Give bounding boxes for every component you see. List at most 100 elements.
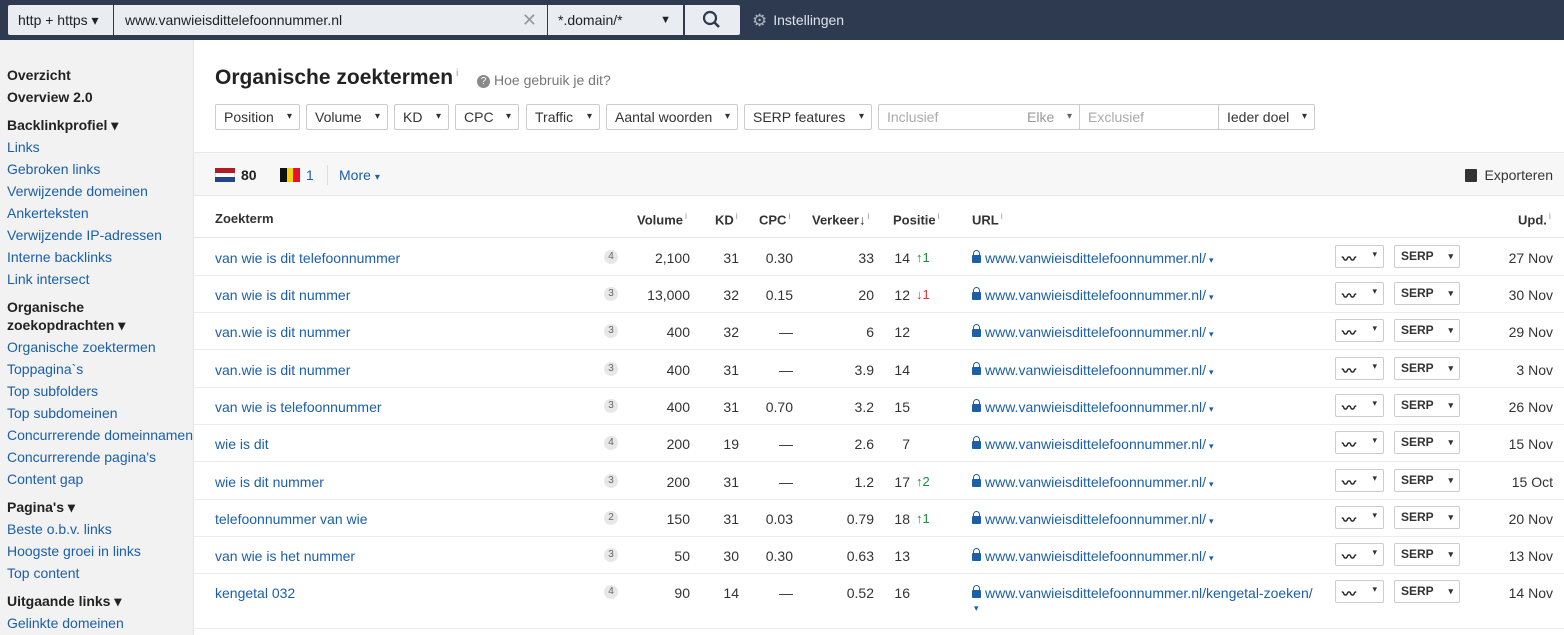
chevron-down-icon[interactable]: ▾ <box>1209 255 1214 265</box>
info-icon[interactable]: i <box>456 68 458 79</box>
col-volume[interactable]: Volume i <box>637 211 687 227</box>
url-link[interactable]: www.vanwieisdittelefoonnummer.nl/▾ <box>972 287 1214 303</box>
trend-button[interactable]: 〰 ▾ <box>1335 506 1384 529</box>
sidebar-item-competing-domains[interactable]: Concurrerende domeinnamen <box>7 427 193 443</box>
sidebar-item-internal-backlinks[interactable]: Interne backlinks <box>7 249 112 265</box>
info-icon[interactable]: i <box>868 211 870 221</box>
chevron-down-icon[interactable]: ▾ <box>1209 553 1214 563</box>
sidebar-item-top-pages[interactable]: Toppagina`s <box>7 361 83 377</box>
url-link[interactable]: www.vanwieisdittelefoonnummer.nl/▾ <box>972 362 1214 378</box>
keyword-link[interactable]: van.wie is dit nummer <box>215 324 350 340</box>
serp-button[interactable]: SERP ▾ <box>1394 431 1460 454</box>
col-kd[interactable]: KD i <box>715 211 738 227</box>
url-link[interactable]: www.vanwieisdittelefoonnummer.nl/▾ <box>972 324 1214 340</box>
col-traffic[interactable]: Verkeer↓ i <box>812 211 870 227</box>
filter-volume[interactable]: Volume ▾ <box>306 104 388 130</box>
sidebar-item-referring-domains[interactable]: Verwijzende domeinen <box>7 183 148 199</box>
exclude-input[interactable]: Exclusief <box>1079 104 1219 130</box>
keyword-link[interactable]: wie is dit nummer <box>215 474 324 490</box>
include-mode-select[interactable]: Elke <box>1027 105 1054 129</box>
info-icon[interactable]: i <box>788 211 790 221</box>
include-input[interactable]: Inclusief Elke ▾ <box>878 104 1080 130</box>
sidebar-item-linked-domains[interactable]: Gelinkte domeinen <box>7 615 124 631</box>
sidebar-item-broken-links[interactable]: Gebroken links <box>7 161 100 177</box>
keyword-link[interactable]: van.wie is dit nummer <box>215 362 350 378</box>
url-link[interactable]: www.vanwieisdittelefoonnummer.nl/▾ <box>972 474 1214 490</box>
info-icon[interactable]: i <box>938 211 940 221</box>
keyword-link[interactable]: wie is dit <box>215 436 269 452</box>
trend-button[interactable]: 〰 ▾ <box>1335 245 1384 268</box>
sidebar-item-top-growth-links[interactable]: Hoogste groei in links <box>7 543 141 559</box>
serp-button[interactable]: SERP ▾ <box>1394 282 1460 305</box>
chevron-down-icon[interactable]: ▾ <box>1209 292 1214 302</box>
serp-button[interactable]: SERP ▾ <box>1394 245 1460 268</box>
col-position[interactable]: Positie i <box>893 211 940 227</box>
sidebar-header-outgoing[interactable]: Uitgaande links ▾ <box>7 593 121 610</box>
col-keyword[interactable]: Zoekterm <box>215 211 274 226</box>
trend-button[interactable]: 〰 ▾ <box>1335 282 1384 305</box>
settings-button[interactable]: ⚙ Instellingen <box>752 11 844 31</box>
sidebar-item-top-subdomains[interactable]: Top subdomeinen <box>7 405 118 421</box>
more-countries-button[interactable]: More ▾ <box>339 167 380 183</box>
trend-button[interactable]: 〰 ▾ <box>1335 319 1384 342</box>
url-link[interactable]: www.vanwieisdittelefoonnummer.nl/▾ <box>972 511 1214 527</box>
sidebar-item-top-subfolders[interactable]: Top subfolders <box>7 383 98 399</box>
flag-be-icon[interactable] <box>280 168 301 182</box>
keyword-link[interactable]: van wie is dit telefoonnummer <box>215 250 400 266</box>
filter-traffic[interactable]: Traffic ▾ <box>526 104 600 130</box>
col-url[interactable]: URL i <box>972 211 1003 227</box>
sidebar-item-link-intersect[interactable]: Link intersect <box>7 271 89 287</box>
sidebar-item-organic-keywords[interactable]: Organische zoektermen <box>7 339 156 355</box>
url-link[interactable]: www.vanwieisdittelefoonnummer.nl/▾ <box>972 399 1214 415</box>
chevron-down-icon[interactable]: ▾ <box>1209 516 1214 526</box>
keyword-link[interactable]: telefoonnummer van wie <box>215 511 368 527</box>
country-count-be[interactable]: 1 <box>306 167 314 183</box>
serp-button[interactable]: SERP ▾ <box>1394 469 1460 492</box>
sidebar-header-organic-2[interactable]: zoekopdrachten ▾ <box>7 317 125 334</box>
sidebar-header-pages[interactable]: Pagina's ▾ <box>7 499 75 516</box>
sidebar-item-referring-ips[interactable]: Verwijzende IP-adressen <box>7 227 162 243</box>
sidebar-item-content-gap[interactable]: Content gap <box>7 471 83 487</box>
url-link[interactable]: www.vanwieisdittelefoonnummer.nl/kengeta… <box>972 585 1313 601</box>
flag-nl-icon[interactable] <box>215 168 235 182</box>
info-icon[interactable]: i <box>736 211 738 221</box>
trend-button[interactable]: 〰 ▾ <box>1335 469 1384 492</box>
keyword-link[interactable]: van wie is het nummer <box>215 548 355 564</box>
trend-button[interactable]: 〰 ▾ <box>1335 543 1384 566</box>
filter-kd[interactable]: KD ▾ <box>394 104 449 130</box>
sidebar-overview-2[interactable]: Overview 2.0 <box>7 89 93 105</box>
trend-button[interactable]: 〰 ▾ <box>1335 357 1384 380</box>
serp-button[interactable]: SERP ▾ <box>1394 506 1460 529</box>
url-link[interactable]: www.vanwieisdittelefoonnummer.nl/▾ <box>972 548 1214 564</box>
chevron-down-icon[interactable]: ▾ <box>1209 479 1214 489</box>
sidebar-item-best-by-links[interactable]: Beste o.b.v. links <box>7 521 112 537</box>
sidebar-item-anchors[interactable]: Ankerteksten <box>7 205 89 221</box>
help-link[interactable]: ? Hoe gebruik je dit? <box>477 72 611 88</box>
keyword-link[interactable]: kengetal 032 <box>215 585 295 601</box>
sidebar-item-links[interactable]: Links <box>7 139 40 155</box>
filter-word-count[interactable]: Aantal woorden ▾ <box>606 104 738 130</box>
serp-button[interactable]: SERP ▾ <box>1394 394 1460 417</box>
export-button[interactable]: Exporteren <box>1464 167 1553 183</box>
info-icon[interactable]: i <box>1549 211 1551 221</box>
country-count-nl[interactable]: 80 <box>241 167 257 183</box>
filter-position[interactable]: Position ▾ <box>215 104 300 130</box>
url-link[interactable]: www.vanwieisdittelefoonnummer.nl/▾ <box>972 436 1214 452</box>
info-icon[interactable]: i <box>1001 211 1003 221</box>
sidebar-item-competing-pages[interactable]: Concurrerende pagina's <box>7 449 156 465</box>
col-updated[interactable]: Upd. i <box>1518 211 1551 227</box>
protocol-select[interactable]: http + https ▾ <box>8 5 113 35</box>
chevron-down-icon[interactable]: ▾ <box>1209 404 1214 414</box>
sidebar-header-organic[interactable]: Organische <box>7 299 84 315</box>
filter-serp-features[interactable]: SERP features ▾ <box>744 104 872 130</box>
search-button[interactable] <box>685 5 740 35</box>
chevron-down-icon[interactable]: ▾ <box>974 603 979 614</box>
sidebar-item-top-content[interactable]: Top content <box>7 565 79 581</box>
url-input[interactable]: www.vanwieisdittelefoonnummer.nl ✕ <box>114 5 547 35</box>
target-select[interactable]: Ieder doel ▾ <box>1218 104 1315 130</box>
trend-button[interactable]: 〰 ▾ <box>1335 580 1384 603</box>
serp-button[interactable]: SERP ▾ <box>1394 543 1460 566</box>
sidebar-header-backlinks[interactable]: Backlinkprofiel ▾ <box>7 117 118 134</box>
url-link[interactable]: www.vanwieisdittelefoonnummer.nl/▾ <box>972 250 1214 266</box>
chevron-down-icon[interactable]: ▾ <box>1209 441 1214 451</box>
